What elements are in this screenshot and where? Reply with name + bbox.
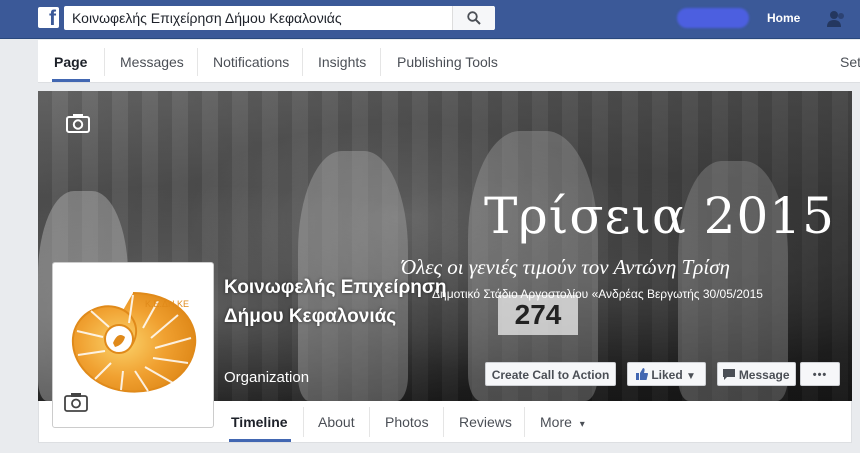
friends-icon[interactable] — [826, 10, 846, 28]
search-input-value: Κοινωφελής Επιχείρηση Δήμου Κεφαλονιάς — [72, 10, 342, 26]
more-options-button[interactable]: ••• — [800, 362, 840, 386]
nav-insights[interactable]: Insights — [318, 54, 366, 70]
nav-messages[interactable]: Messages — [120, 54, 184, 70]
create-call-to-action-button[interactable]: Create Call to Action — [485, 362, 616, 386]
cover-title: Τρίσεια 2015 — [484, 187, 835, 245]
cover-venue-line: Δημοτικό Στάδιο Αργοστολίου «Ανδρέας Βερ… — [432, 287, 763, 301]
message-button[interactable]: Message — [717, 362, 796, 386]
tab-more-label: More — [540, 414, 572, 430]
caret-down-icon: ▾ — [579, 419, 585, 430]
nav-publishing-tools[interactable]: Publishing Tools — [397, 54, 498, 70]
message-label: Message — [738, 368, 790, 382]
top-bar: f Κοινωφελής Επιχείρηση Δήμου Κεφαλονιάς… — [0, 0, 860, 39]
user-profile-link[interactable] — [677, 8, 749, 28]
facebook-logo-icon[interactable]: f — [38, 7, 59, 28]
nav-settings[interactable]: Set — [840, 54, 860, 70]
nav-divider — [380, 48, 381, 76]
search-button[interactable] — [452, 6, 495, 30]
search-icon — [467, 11, 481, 25]
tab-divider — [524, 407, 525, 437]
nav-divider — [197, 48, 198, 76]
home-link[interactable]: Home — [767, 11, 800, 25]
tab-divider — [443, 407, 444, 437]
nav-active-indicator — [52, 79, 90, 82]
nav-notifications[interactable]: Notifications — [213, 54, 289, 70]
page-category[interactable]: Organization — [224, 369, 309, 386]
search-input[interactable]: Κοινωφελής Επιχείρηση Δήμου Κεφαλονιάς — [64, 6, 494, 30]
tab-timeline[interactable]: Timeline — [231, 414, 288, 430]
tab-divider — [369, 407, 370, 437]
liked-label: Liked — [651, 368, 683, 382]
tab-active-indicator — [229, 439, 291, 442]
tab-divider — [303, 407, 304, 437]
thumbs-up-icon — [636, 368, 648, 380]
nav-divider — [104, 48, 105, 76]
caret-down-icon: ▼ — [686, 371, 696, 382]
tab-about[interactable]: About — [318, 414, 355, 430]
camera-icon[interactable] — [66, 113, 90, 133]
nav-divider — [302, 48, 303, 76]
profile-camera-icon[interactable] — [64, 392, 88, 412]
runner-bib: 274 — [498, 295, 578, 335]
organization-logo: Κ.Ε.ΔΗ.ΚΕ — [71, 292, 197, 393]
page-admin-nav: Page Messages Notifications Insights Pub… — [38, 40, 860, 83]
liked-button[interactable]: Liked ▼ — [627, 362, 706, 386]
tab-more[interactable]: More ▾ — [540, 414, 585, 430]
page-title[interactable]: Κοινωφελής Επιχείρηση Δήμου Κεφαλονιάς — [224, 273, 454, 331]
nav-page[interactable]: Page — [54, 54, 87, 70]
logo-text: Κ.Ε.ΔΗ.ΚΕ — [145, 299, 189, 309]
profile-picture[interactable]: Κ.Ε.ΔΗ.ΚΕ — [52, 262, 214, 428]
tab-photos[interactable]: Photos — [385, 414, 429, 430]
tab-reviews[interactable]: Reviews — [459, 414, 512, 430]
message-icon — [723, 369, 736, 380]
